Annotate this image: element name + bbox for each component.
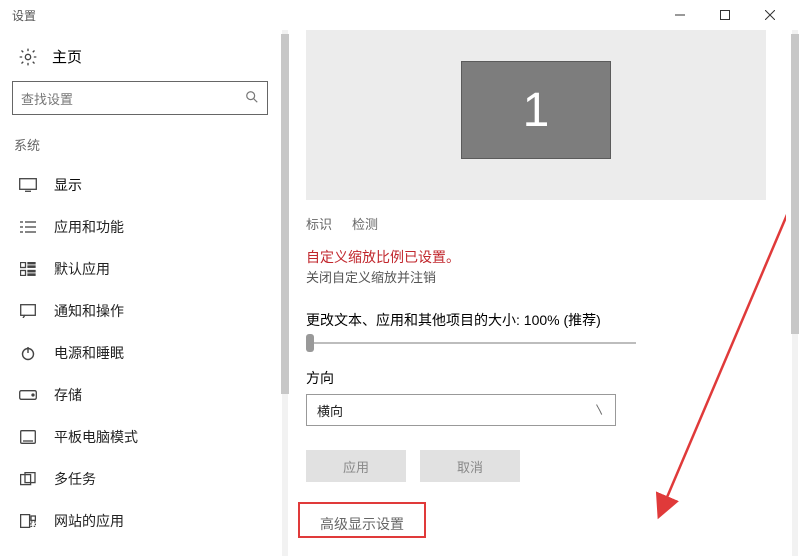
window-controls <box>657 0 792 30</box>
main-panel: 1 标识 检测 自定义缩放比例已设置。 关闭自定义缩放并注销 更改文本、应用和其… <box>290 30 786 556</box>
sidebar-item-multitask[interactable]: 多任务 <box>12 458 268 500</box>
search-icon <box>245 90 259 107</box>
close-button[interactable] <box>747 0 792 30</box>
sidebar-item-label: 通知和操作 <box>54 301 124 321</box>
sidebar-item-website-apps[interactable]: 网站的应用 <box>12 500 268 542</box>
maximize-button[interactable] <box>702 0 747 30</box>
grid-icon <box>18 259 38 279</box>
power-icon <box>18 343 38 363</box>
web-apps-icon <box>18 511 38 531</box>
sidebar-item-notifications[interactable]: 通知和操作 <box>12 290 268 332</box>
sidebar-item-storage[interactable]: 存储 <box>12 374 268 416</box>
sidebar-item-label: 默认应用 <box>54 259 110 279</box>
home-label: 主页 <box>52 46 82 67</box>
tablet-icon <box>18 427 38 447</box>
monitor-number: 1 <box>523 83 550 138</box>
notification-icon <box>18 301 38 321</box>
orientation-select[interactable]: 横向 〵 <box>306 394 616 426</box>
sidebar-item-apps[interactable]: 应用和功能 <box>12 206 268 248</box>
scale-slider[interactable] <box>306 336 636 350</box>
sidebar: 主页 查找设置 系统 显示 应用和功能 <box>0 30 280 556</box>
main-scrollbar[interactable] <box>790 30 800 556</box>
orientation-value: 横向 <box>317 401 343 420</box>
sidebar-item-display[interactable]: 显示 <box>12 164 268 206</box>
sidebar-item-label: 多任务 <box>54 469 96 489</box>
search-input[interactable]: 查找设置 <box>12 81 268 115</box>
cancel-button[interactable]: 取消 <box>420 450 520 482</box>
sidebar-item-power[interactable]: 电源和睡眠 <box>12 332 268 374</box>
sidebar-item-tablet[interactable]: 平板电脑模式 <box>12 416 268 458</box>
multitask-icon <box>18 469 38 489</box>
minimize-button[interactable] <box>657 0 702 30</box>
monitor-1[interactable]: 1 <box>461 61 611 159</box>
scale-label: 更改文本、应用和其他项目的大小: 100% (推荐) <box>306 300 766 336</box>
display-preview[interactable]: 1 <box>306 30 766 200</box>
list-icon <box>18 217 38 237</box>
search-placeholder: 查找设置 <box>21 89 245 108</box>
section-label: 系统 <box>12 133 268 164</box>
detect-link[interactable]: 检测 <box>352 214 378 233</box>
sidebar-item-label: 网站的应用 <box>54 511 124 531</box>
sidebar-item-label: 电源和睡眠 <box>54 343 124 363</box>
storage-icon <box>18 385 38 405</box>
sidebar-item-label: 平板电脑模式 <box>54 427 138 447</box>
monitor-icon <box>18 175 38 195</box>
sidebar-item-label: 存储 <box>54 385 82 405</box>
titlebar: 设置 <box>0 0 800 30</box>
home-link[interactable]: 主页 <box>12 40 268 81</box>
identify-link[interactable]: 标识 <box>306 214 332 233</box>
sidebar-item-label: 应用和功能 <box>54 217 124 237</box>
chevron-down-icon: 〵 <box>594 402 605 418</box>
advanced-display-link[interactable]: 高级显示设置 <box>306 508 418 540</box>
orientation-label: 方向 <box>306 358 766 394</box>
apply-button[interactable]: 应用 <box>306 450 406 482</box>
sidebar-item-label: 显示 <box>54 175 82 195</box>
scaling-warning: 自定义缩放比例已设置。 <box>306 241 766 267</box>
sidebar-item-default-apps[interactable]: 默认应用 <box>12 248 268 290</box>
gear-icon <box>18 47 38 67</box>
window-title: 设置 <box>8 7 36 24</box>
sidebar-scrollbar[interactable] <box>280 30 290 556</box>
signout-link[interactable]: 关闭自定义缩放并注销 <box>306 267 766 300</box>
